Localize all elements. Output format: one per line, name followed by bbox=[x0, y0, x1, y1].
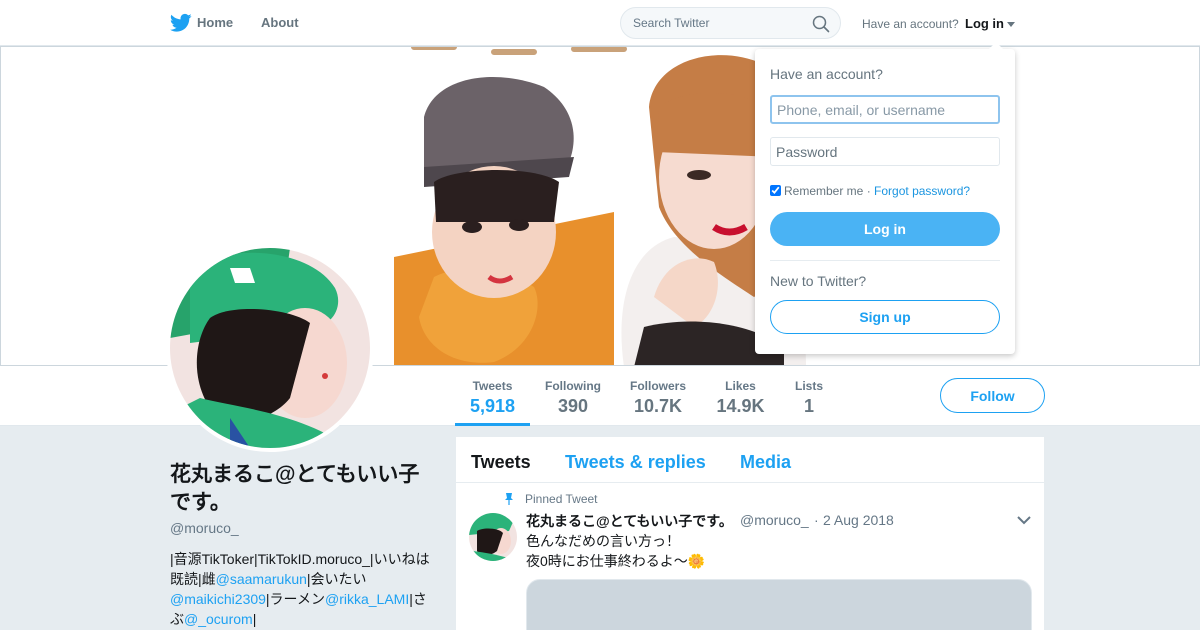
profile-avatar[interactable] bbox=[166, 244, 374, 452]
remember-me-label[interactable]: Remember me bbox=[784, 184, 863, 198]
search-icon[interactable] bbox=[812, 15, 830, 33]
tab-tweets-and-replies[interactable]: Tweets & replies bbox=[565, 452, 706, 473]
dropdown-divider bbox=[770, 260, 1000, 261]
search-box[interactable] bbox=[620, 7, 841, 39]
stat-label: Followers bbox=[629, 379, 686, 393]
tweet-avatar-photo bbox=[469, 513, 517, 561]
chevron-down-icon[interactable] bbox=[1017, 515, 1031, 525]
login-button[interactable]: Log in bbox=[770, 212, 1000, 246]
follow-button[interactable]: Follow bbox=[940, 378, 1045, 413]
tab-tweets[interactable]: Tweets bbox=[471, 452, 531, 473]
stat-lists[interactable]: Lists 1 bbox=[785, 366, 833, 426]
have-account-text: Have an account? bbox=[862, 17, 959, 31]
tweet-avatar[interactable] bbox=[469, 513, 517, 561]
dropdown-caret bbox=[989, 42, 1003, 49]
stat-label: Likes bbox=[725, 379, 756, 393]
login-link-label: Log in bbox=[965, 16, 1004, 31]
pin-icon bbox=[505, 493, 513, 505]
bio-text: | bbox=[252, 611, 257, 627]
top-nav: Home About Have an account? Log in bbox=[0, 0, 1200, 46]
nav-home-link[interactable]: Home bbox=[197, 15, 233, 30]
profile-handle[interactable]: @moruco_ bbox=[170, 520, 239, 536]
stat-value: 10.7K bbox=[633, 396, 683, 416]
twitter-bird-icon[interactable] bbox=[170, 13, 192, 33]
tweet-media[interactable] bbox=[526, 579, 1032, 630]
stat-label: Following bbox=[545, 379, 601, 393]
profile-name: 花丸まるこ@とてもいい子です。 bbox=[170, 463, 420, 514]
tweet-text-line: 夜0時にお仕事終わるよ〜🌼 bbox=[526, 553, 706, 569]
avatar-photo bbox=[170, 248, 370, 448]
stat-value: 5,918 bbox=[469, 396, 516, 416]
caret-down-icon bbox=[1007, 22, 1015, 28]
search-input[interactable] bbox=[633, 16, 803, 30]
remember-separator: · bbox=[866, 184, 871, 198]
bio-text: |会いたい bbox=[306, 571, 367, 587]
tweet-text-line: 色んなだめの言い方っ！ bbox=[526, 533, 680, 549]
bio-mention-link[interactable]: @_ocurom bbox=[184, 611, 253, 627]
stat-value: 1 bbox=[803, 396, 814, 416]
stat-value: 390 bbox=[557, 396, 589, 416]
stat-following[interactable]: Following 390 bbox=[538, 366, 608, 426]
bio-text: |ラーメン bbox=[265, 591, 325, 607]
stat-label: Tweets bbox=[472, 379, 513, 393]
stat-tweets[interactable]: Tweets 5,918 bbox=[455, 366, 530, 426]
tab-media[interactable]: Media bbox=[740, 452, 791, 473]
signup-button[interactable]: Sign up bbox=[770, 300, 1000, 334]
tweet-separator: · bbox=[814, 512, 819, 528]
pinned-tweet-label: Pinned Tweet bbox=[525, 492, 598, 506]
login-menu-toggle[interactable]: Log in bbox=[965, 16, 1015, 31]
bio-mention-link[interactable]: @maikichi2309 bbox=[170, 591, 266, 607]
bio-mention-link[interactable]: @rikka_LAMI bbox=[325, 591, 409, 607]
profile-bio: |音源TikToker|TikTokID.moruco_|いいねは既読|雌@sa… bbox=[170, 549, 438, 629]
new-to-twitter-text: New to Twitter? bbox=[770, 273, 867, 289]
timeline-tabs: Tweets Tweets & replies Media bbox=[456, 437, 1044, 483]
tweet-author-name[interactable]: 花丸まるこ@とてもいい子です。 bbox=[526, 511, 733, 531]
forgot-password-link[interactable]: Forgot password? bbox=[874, 184, 970, 198]
bio-mention-link[interactable]: @saamarukun bbox=[216, 571, 307, 587]
password-field[interactable] bbox=[770, 137, 1000, 166]
remember-row: Remember me · Forgot password? bbox=[770, 184, 970, 198]
tweet-author-handle[interactable]: @moruco_ bbox=[740, 512, 809, 528]
tweet-date-link[interactable]: 2 Aug 2018 bbox=[823, 512, 894, 528]
header-photo bbox=[394, 47, 806, 365]
dropdown-title: Have an account? bbox=[770, 66, 883, 82]
tweet-text: 色んなだめの言い方っ！ 夜0時にお仕事終わるよ〜🌼 bbox=[526, 531, 705, 571]
remember-me-checkbox[interactable] bbox=[770, 185, 781, 196]
stat-label: Lists bbox=[794, 379, 823, 393]
nav-about-link[interactable]: About bbox=[261, 15, 299, 30]
username-field[interactable] bbox=[770, 95, 1000, 124]
login-dropdown: Have an account? Remember me · Forgot pa… bbox=[755, 42, 1015, 354]
stat-followers[interactable]: Followers 10.7K bbox=[623, 366, 693, 426]
stat-value: 14.9K bbox=[716, 396, 765, 416]
stat-likes[interactable]: Likes 14.9K bbox=[708, 366, 773, 426]
